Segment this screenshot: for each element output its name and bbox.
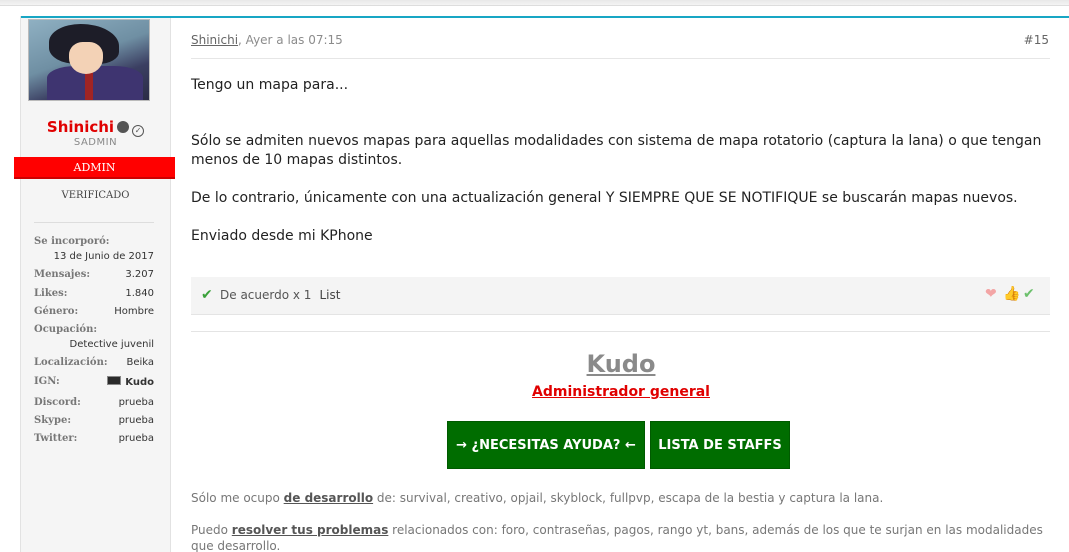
gear-icon — [117, 121, 130, 133]
post-date[interactable]: , Ayer a las 07:15 — [238, 33, 343, 47]
likes-bar: ✔ De acuerdo x 1 List ❤ 👍 ✔ — [191, 277, 1050, 315]
post-quote-line: Tengo un mapa para... — [191, 77, 349, 93]
meta-divider — [191, 58, 1050, 59]
help-button[interactable]: → ¿NECESITAS AYUDA? ← — [447, 421, 645, 469]
likes-list-link[interactable]: List — [319, 288, 340, 302]
admin-banner: ADMIN — [14, 157, 175, 179]
signature-role[interactable]: Administrador general — [191, 384, 1051, 400]
thumbs-up-icon[interactable]: 👍 — [1003, 286, 1020, 302]
user-title: SADMIN — [73, 137, 118, 148]
signature-line-2: Puedo resolver tus problemas relacionado… — [191, 523, 1043, 552]
agree-check-icon: ✔ — [201, 287, 213, 303]
verified-label: VERIFICADO — [61, 190, 130, 201]
resolve-problems-link[interactable]: resolver tus problemas — [232, 523, 389, 537]
signature-name[interactable]: Kudo — [191, 350, 1051, 378]
verified-check-icon: ✓ — [132, 125, 145, 137]
post-paragraph-1: Sólo se admiten nuevos mapas para aquell… — [191, 133, 1042, 168]
signature-line-1: Sólo me ocupo de desarrollo de: survival… — [191, 491, 884, 505]
likes-count: De acuerdo x 1 — [220, 288, 312, 302]
signature-divider — [191, 331, 1050, 332]
check-icon[interactable]: ✔ — [1023, 286, 1035, 302]
sidebar-accent-line — [21, 16, 172, 18]
heart-icon[interactable]: ❤ — [985, 286, 997, 302]
top-border — [0, 0, 1069, 6]
username-link[interactable]: Shinichi — [47, 118, 114, 136]
development-link[interactable]: de desarrollo — [284, 491, 373, 505]
post-meta: Shinichi, Ayer a las 07:15 — [191, 33, 343, 47]
staff-list-button[interactable]: LISTA DE STAFFS — [650, 421, 790, 469]
minecraft-head-icon — [107, 376, 122, 385]
post-paragraph-3: Enviado desde mi KPhone — [191, 228, 373, 244]
post-author-link[interactable]: Shinichi — [191, 33, 238, 47]
message-accent-line — [171, 16, 1069, 18]
avatar[interactable] — [28, 19, 150, 101]
post-paragraph-2: De lo contrario, únicamente con una actu… — [191, 190, 1018, 206]
likes-summary: De acuerdo x 1 List — [220, 288, 340, 302]
username-row: Shinichi ✓ — [20, 118, 171, 137]
sidebar-divider — [34, 222, 154, 223]
post-number-link[interactable]: #15 — [1024, 33, 1049, 47]
